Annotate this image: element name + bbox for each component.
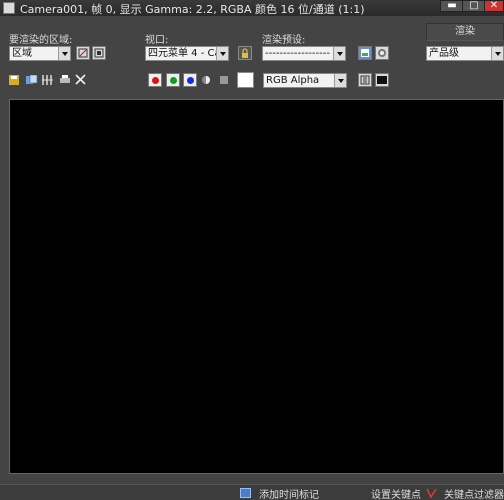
preset-label: 渲染预设: [262,35,306,46]
title-bar: Camera001, 帧 0, 显示 Gamma: 2.2, RGBA 颜色 1… [0,0,504,16]
viewport-select[interactable]: 四元菜单 4 - Can [145,46,229,61]
render-frame-viewport[interactable] [9,99,504,474]
display-icon [377,76,387,84]
save-image-icon[interactable] [9,75,19,85]
maximize-button[interactable]: □ [462,0,486,12]
chevron-down-icon [333,47,345,60]
quality-select-value: 产品级 [429,48,459,59]
toggle-ui-button[interactable] [375,73,389,87]
copy-image-icon[interactable] [26,74,38,85]
color-swatch[interactable] [237,72,254,88]
blue-channel-button[interactable] [183,73,197,87]
viewport-label: 视口: [145,35,169,46]
close-button[interactable]: ✕ [484,0,504,12]
status-bar: 添加时间标记 设置关键点 关键点过滤器 [0,484,504,500]
minimize-button[interactable]: ▬ [440,0,464,12]
green-channel-button[interactable] [166,73,180,87]
clone-window-icon[interactable] [42,75,53,85]
quality-select[interactable]: 产品级 [426,46,504,61]
render-setup-icon [361,49,369,57]
channel-select[interactable]: RGB Alpha [263,73,347,88]
preset-select-value: ------------------ [265,48,330,59]
time-tag-icon[interactable] [240,488,251,498]
edit-region-icon [78,48,88,58]
area-label: 要渲染的区域: [9,35,73,46]
window-title: Camera001, 帧 0, 显示 Gamma: 2.2, RGBA 颜色 1… [20,3,365,16]
lock-icon [242,48,248,58]
monochrome-icon[interactable] [219,75,229,85]
render-button[interactable]: 渲染 [426,23,504,41]
chevron-down-icon [491,47,503,60]
red-channel-button[interactable] [148,73,162,87]
maximize-icon: □ [469,0,479,11]
overlay-icon [360,75,370,85]
set-key-label[interactable]: 设置关键点 [371,486,421,500]
green-channel-icon [170,77,177,84]
blue-channel-icon [187,77,194,84]
add-time-tag-label[interactable]: 添加时间标记 [259,486,319,500]
alpha-channel-icon[interactable] [201,75,211,85]
auto-region-icon [94,48,104,58]
channel-select-value: RGB Alpha [266,75,320,86]
area-select[interactable]: 区域 [9,46,71,61]
environment-button[interactable] [375,46,389,60]
red-channel-icon [152,77,159,84]
key-filters-label[interactable]: 关键点过滤器 [444,486,504,500]
auto-region-button[interactable] [92,46,106,60]
lock-viewport-button[interactable] [238,46,252,60]
app-icon [3,2,15,14]
render-setup-button[interactable] [358,46,372,60]
clear-icon[interactable] [75,74,86,85]
chevron-down-icon [334,74,346,87]
toggle-ui-overlay-button[interactable] [358,73,372,87]
preset-select[interactable]: ------------------ [262,46,346,61]
minimize-icon: ▬ [447,0,457,11]
teapot-icon [378,49,386,57]
area-select-value: 区域 [12,48,32,59]
key-icon[interactable] [426,488,437,499]
close-icon: ✕ [489,0,499,11]
print-icon[interactable] [59,75,70,85]
edit-region-button[interactable] [76,46,90,60]
chevron-down-icon [216,47,228,60]
chevron-down-icon [58,47,70,60]
